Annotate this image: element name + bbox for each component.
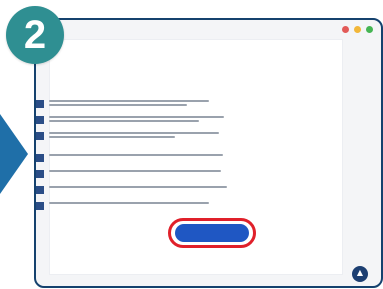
item-line (49, 104, 187, 106)
next-action-button[interactable] (175, 224, 249, 242)
bullet-square-icon (36, 100, 44, 108)
bullet-square-icon (36, 154, 44, 162)
list-item (36, 202, 209, 210)
step-number-badge: 2 (6, 6, 64, 64)
step-number: 2 (23, 12, 47, 57)
item-line (49, 132, 219, 134)
item-line (49, 202, 209, 204)
close-dot[interactable] (342, 26, 349, 33)
list-item (36, 154, 223, 162)
item-line (49, 120, 199, 122)
highlighted-cta-ring (168, 218, 256, 248)
item-line (49, 186, 227, 188)
left-arrow (0, 114, 28, 194)
bullet-square-icon (36, 202, 44, 210)
bullet-square-icon (36, 116, 44, 124)
item-line (49, 116, 224, 118)
list-item (36, 132, 219, 140)
item-line (49, 136, 175, 138)
scroll-to-top-button[interactable]: ▲ (352, 266, 368, 282)
item-line (49, 100, 209, 102)
minimize-dot[interactable] (354, 26, 361, 33)
item-line (49, 170, 221, 172)
bullet-square-icon (36, 186, 44, 194)
bullet-square-icon (36, 132, 44, 140)
item-line (49, 154, 223, 156)
list-item (36, 170, 221, 178)
list-item (36, 116, 224, 124)
window-controls (342, 26, 373, 33)
list-item (36, 100, 209, 108)
list-item (36, 186, 227, 194)
bullet-square-icon (36, 170, 44, 178)
zoom-dot[interactable] (366, 26, 373, 33)
up-chevron-icon: ▲ (356, 268, 364, 277)
